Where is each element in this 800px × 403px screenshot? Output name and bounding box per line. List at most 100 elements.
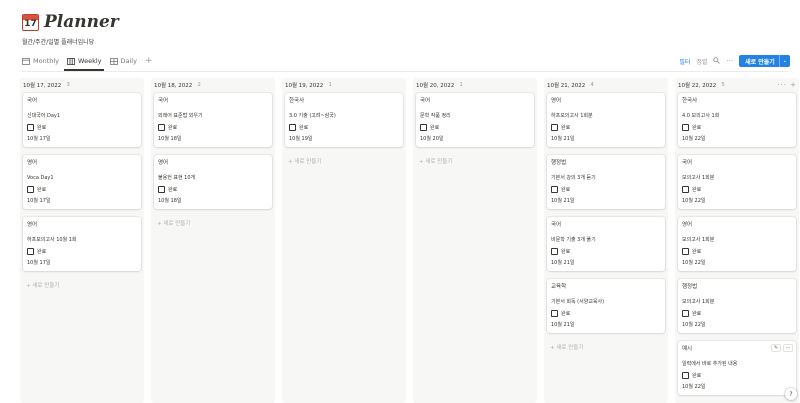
done-checkbox-row: 완료: [682, 371, 792, 380]
task-card[interactable]: 국어 외래어 표준법 외우기 완료 10월 18일: [154, 93, 272, 147]
task-card[interactable]: 국어 비문학 기출 3개 풀기 완료 10월 21일: [547, 217, 665, 271]
done-checkbox[interactable]: [682, 124, 689, 131]
table-icon: [109, 57, 118, 65]
card-subject: 국어: [27, 98, 38, 104]
done-checkbox[interactable]: [551, 248, 558, 255]
done-checkbox-row: 완료: [158, 185, 268, 194]
card-date: 10월 22일: [682, 384, 706, 390]
card-subject: 영어: [27, 160, 38, 166]
new-card-button[interactable]: + 새로 만들기: [550, 343, 583, 351]
task-card[interactable]: 행정법 모의고사 1회분 완료 10월 22일: [678, 279, 796, 333]
card-date: 10월 18일: [158, 198, 182, 204]
card-date: 10월 21일: [551, 198, 575, 204]
board-column: 10월 17, 2022 3 국어 신대국어 Day1 완료 10월 17일 영…: [20, 78, 144, 403]
done-checkbox-row: 완료: [682, 185, 792, 194]
done-checkbox[interactable]: [158, 186, 165, 193]
card-subject: 영어: [27, 222, 38, 228]
task-card[interactable]: 영어 모의고사 1회분 완료 10월 22일: [678, 217, 796, 271]
board-column: 10월 19, 2022 1 한국사 3.0 기출 (고려~삼국) 완료 10월…: [282, 78, 406, 403]
task-card[interactable]: 행정법 기본서 강의 3개 듣기 완료 10월 21일: [547, 155, 665, 209]
done-checkbox[interactable]: [551, 186, 558, 193]
tab-weekly[interactable]: Weekly: [67, 57, 102, 65]
task-card[interactable]: 국어 모의고사 1회분 완료 10월 22일: [678, 155, 796, 209]
sort-button[interactable]: 정렬: [696, 57, 707, 66]
help-button[interactable]: ?: [785, 388, 797, 400]
new-card-button[interactable]: + 새로 만들기: [157, 219, 190, 227]
toolbar-divider: [22, 71, 788, 72]
done-checkbox[interactable]: [27, 248, 34, 255]
task-card[interactable]: 영어 Voca Day1 완료 10월 17일: [23, 155, 141, 209]
done-checkbox[interactable]: [551, 124, 558, 131]
more-icon[interactable]: ···: [783, 344, 793, 352]
card-subject: 한국사: [682, 98, 698, 104]
card-task: Voca Day1: [27, 175, 54, 181]
done-checkbox[interactable]: [420, 124, 427, 131]
column-date: 10월 20, 2022: [416, 83, 455, 89]
done-checkbox[interactable]: [551, 310, 558, 317]
done-label: 완료: [561, 249, 571, 255]
done-checkbox-row: 완료: [682, 123, 792, 132]
board-column: 10월 21, 2022 4 영어 하프모의고사 1회분 완료 10월 21일 …: [544, 78, 668, 403]
new-card-button[interactable]: + 새로 만들기: [419, 157, 452, 165]
task-card[interactable]: 영어 하프모의고사 1회분 완료 10월 21일: [547, 93, 665, 147]
done-checkbox[interactable]: [27, 124, 34, 131]
card-subject: 한국사: [289, 98, 305, 104]
database-toolbar: Monthly Weekly Daily + 필터 정렬 ··· 새로 만들기 …: [22, 54, 790, 68]
done-checkbox[interactable]: [682, 248, 689, 255]
column-header[interactable]: 10월 17, 2022 3: [20, 78, 144, 92]
done-checkbox-row: 완료: [551, 185, 661, 194]
tab-monthly[interactable]: Monthly: [22, 57, 59, 65]
task-card[interactable]: 영어 불용헌 표현 10개 완료 10월 18일: [154, 155, 272, 209]
task-card[interactable]: 한국사 3.0 기출 (고려~삼국) 완료 10월 19일: [285, 93, 403, 147]
done-checkbox[interactable]: [682, 186, 689, 193]
card-date: 10월 17일: [27, 136, 51, 142]
search-icon[interactable]: [713, 56, 721, 66]
card-date: 10월 22일: [682, 322, 706, 328]
column-header[interactable]: 10월 18, 2022 2: [151, 78, 275, 92]
card-subject: 국어: [420, 98, 431, 104]
new-card-button[interactable]: + 새로 만들기: [26, 281, 59, 289]
done-label: 완료: [430, 125, 440, 131]
done-checkbox-row: 완료: [682, 309, 792, 318]
calendar-emoji-icon: 17: [22, 13, 39, 31]
tab-daily[interactable]: Daily: [109, 57, 137, 65]
task-card[interactable]: 국어 문학 작품 정리 완료 10월 20일: [416, 93, 534, 147]
board-column: 10월 18, 2022 2 국어 외래어 표준법 외우기 완료 10월 18일…: [151, 78, 275, 403]
page-title[interactable]: Planner: [44, 12, 119, 32]
card-task: 하프모의고사 1회분: [551, 113, 593, 119]
new-button[interactable]: 새로 만들기 ⌄: [739, 55, 790, 67]
card-task: 문학 작품 정리: [420, 113, 451, 119]
edit-icon[interactable]: ✎: [771, 344, 781, 352]
column-header[interactable]: 10월 19, 2022 1: [282, 78, 406, 92]
card-subject: 국어: [158, 98, 169, 104]
card-task: 외래어 표준법 외우기: [158, 113, 203, 119]
card-date: 10월 20일: [420, 136, 444, 142]
task-card[interactable]: 한국사 4.0 모의고사 1회 완료 10월 22일: [678, 93, 796, 147]
more-icon[interactable]: ···: [726, 57, 733, 65]
board-icon: [67, 57, 75, 65]
task-card[interactable]: 교육학 기본서 회독 (서양교육사) 완료 10월 21일: [547, 279, 665, 333]
column-header[interactable]: 10월 22, 2022 5 ··· +: [675, 78, 799, 92]
new-card-button[interactable]: + 새로 만들기: [288, 157, 321, 165]
done-checkbox[interactable]: [682, 372, 689, 379]
card-task: 모의고사 1회분: [682, 175, 715, 181]
done-label: 완료: [692, 311, 702, 317]
done-checkbox-row: 완료: [682, 247, 792, 256]
card-date: 10월 22일: [682, 260, 706, 266]
card-subject: 행정법: [551, 160, 567, 166]
task-card[interactable]: 국어 신대국어 Day1 완료 10월 17일: [23, 93, 141, 147]
done-checkbox[interactable]: [158, 124, 165, 131]
done-checkbox[interactable]: [289, 124, 296, 131]
done-checkbox[interactable]: [682, 310, 689, 317]
chevron-down-icon[interactable]: ⌄: [778, 55, 790, 67]
task-card-hovered[interactable]: 예시 ✎ ··· 일력에서 바로 추가된 내용 완료 10월 22일: [678, 341, 796, 395]
tab-monthly-label: Monthly: [33, 57, 60, 65]
filter-button[interactable]: 필터: [679, 57, 690, 66]
task-card[interactable]: 영어 하프모의고사 10월 1회 완료 10월 17일: [23, 217, 141, 271]
column-actions[interactable]: ··· +: [777, 81, 797, 89]
column-header[interactable]: 10월 20, 2022 1: [413, 78, 537, 92]
card-date: 10월 18일: [158, 136, 182, 142]
add-view-button[interactable]: +: [145, 56, 153, 66]
done-checkbox[interactable]: [27, 186, 34, 193]
column-header[interactable]: 10월 21, 2022 4: [544, 78, 668, 92]
